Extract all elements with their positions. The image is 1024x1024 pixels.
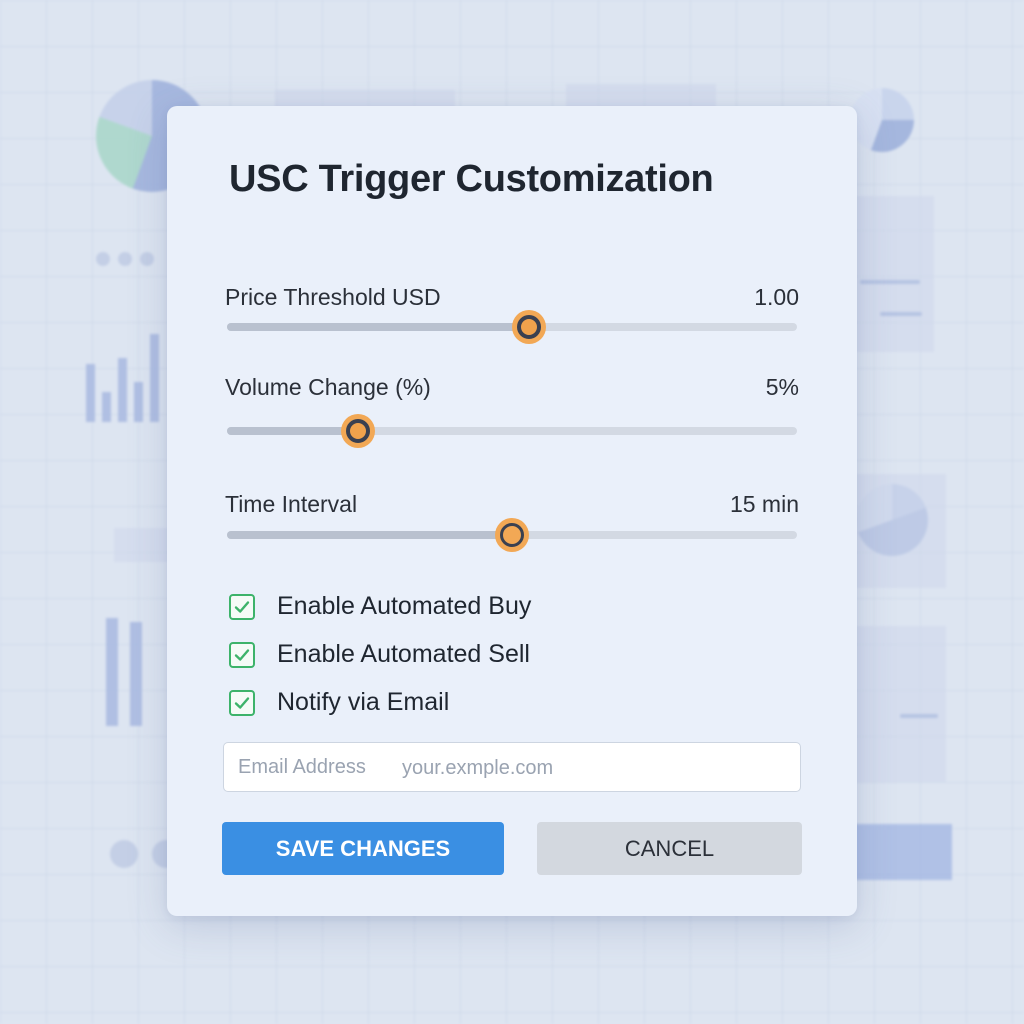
- cancel-button[interactable]: CANCEL: [537, 822, 802, 875]
- slider-fill: [227, 323, 530, 331]
- slider-value: 15 min: [729, 491, 799, 517]
- background-line: [900, 714, 938, 718]
- email-field[interactable]: Email Address: [223, 742, 801, 792]
- save-changes-button[interactable]: SAVE CHANGES: [222, 822, 504, 875]
- slider-label: Price Threshold USD: [225, 284, 441, 310]
- checkbox[interactable]: [229, 642, 255, 668]
- slider-label: Volume Change (%): [225, 374, 431, 400]
- check-icon: [234, 649, 250, 661]
- checkbox-label: Notify via Email: [277, 688, 450, 716]
- check-icon: [234, 601, 250, 613]
- email-field-label: Email Address: [238, 756, 366, 778]
- background-dot: [140, 252, 154, 266]
- checkbox[interactable]: [229, 690, 255, 716]
- check-icon: [234, 697, 250, 709]
- dialog-title: USC Trigger Customization: [229, 158, 714, 200]
- volume-change-slider-row: Volume Change (%) 5%: [225, 374, 799, 448]
- price-threshold-slider-row: Price Threshold USD 1.00: [225, 284, 799, 344]
- background-pie-chart-small: [850, 88, 914, 152]
- checkbox-label: Enable Automated Buy: [277, 592, 532, 620]
- slider-thumb[interactable]: [512, 310, 547, 344]
- volume-change-slider[interactable]: [227, 414, 797, 448]
- slider-label: Time Interval: [225, 491, 358, 517]
- checkbox[interactable]: [229, 594, 255, 620]
- checkbox-label: Enable Automated Sell: [277, 640, 530, 668]
- background-line: [880, 312, 922, 316]
- price-threshold-slider[interactable]: [227, 310, 797, 344]
- background-dot: [96, 252, 110, 266]
- background-panel: [114, 528, 174, 562]
- slider-thumb[interactable]: [341, 414, 376, 448]
- trigger-customization-dialog: USC Trigger Customization Price Threshol…: [167, 106, 857, 916]
- background-bar-chart-2: [100, 600, 160, 726]
- email-input[interactable]: [400, 752, 784, 784]
- time-interval-slider[interactable]: [227, 518, 797, 552]
- slider-fill: [227, 427, 359, 435]
- time-interval-slider-row: Time Interval 15 min: [225, 491, 799, 552]
- background-panel: [846, 626, 946, 782]
- background-panel: [846, 474, 946, 588]
- background-line: [860, 280, 920, 284]
- slider-value: 5%: [765, 374, 799, 400]
- slider-value: 1.00: [754, 284, 799, 310]
- background-panel: [846, 196, 934, 352]
- slider-thumb[interactable]: [495, 518, 529, 552]
- background-dot: [118, 252, 132, 266]
- slider-fill: [227, 531, 512, 539]
- background-dot: [110, 840, 138, 868]
- background-bar-chart: [86, 330, 176, 422]
- background-panel: [846, 824, 952, 880]
